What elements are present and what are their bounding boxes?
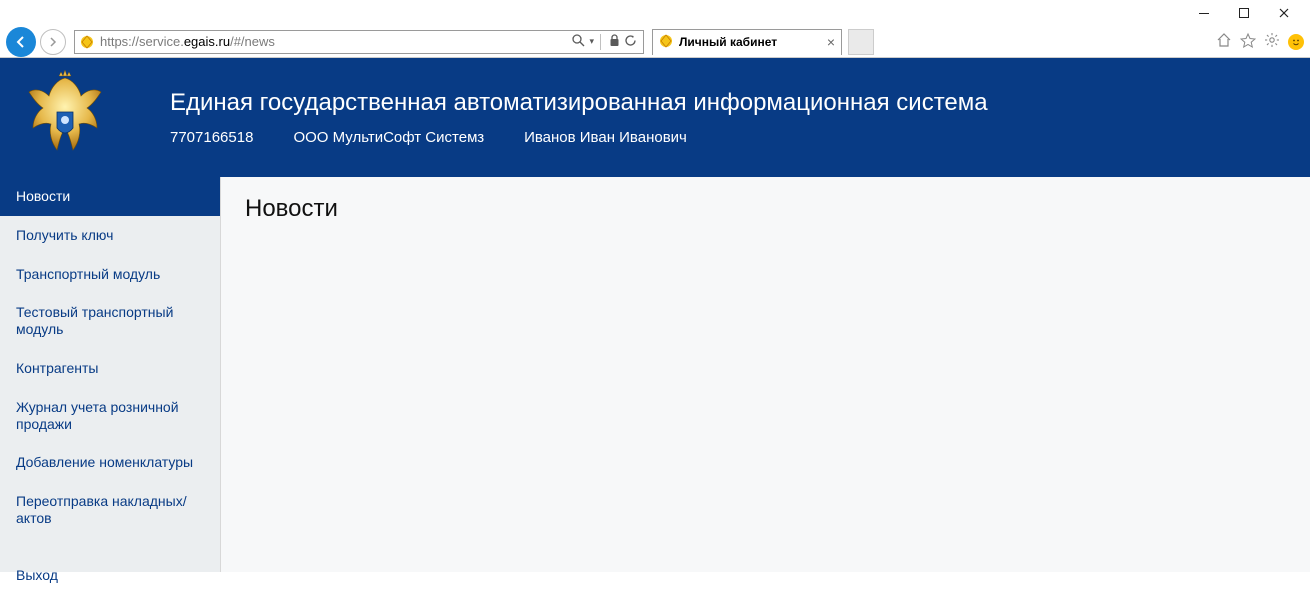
sidebar-item-label: Тестовый транспортный модуль <box>16 304 173 337</box>
address-text: https://service.egais.ru/#/news <box>96 34 572 49</box>
new-tab-button[interactable] <box>848 29 874 55</box>
sidebar-item-label: Добавление номенклатуры <box>16 454 193 470</box>
sidebar-item-label: Новости <box>16 188 70 204</box>
page-title: Единая государственная автоматизированна… <box>170 89 988 117</box>
smiley-icon[interactable] <box>1288 34 1304 50</box>
header-inn: 7707166518 <box>170 129 253 146</box>
home-icon[interactable] <box>1216 32 1232 51</box>
refresh-icon[interactable] <box>624 34 637 50</box>
sidebar: Новости Получить ключ Транспортный модул… <box>0 177 221 572</box>
browser-navbar: https://service.egais.ru/#/news ▾ Личный… <box>0 26 1310 58</box>
settings-icon[interactable] <box>1264 32 1280 51</box>
sidebar-item-label: Транспортный модуль <box>16 266 160 282</box>
content-title: Новости <box>245 195 1286 223</box>
content-area: Новости <box>221 177 1310 572</box>
window-maximize-button[interactable] <box>1224 1 1264 25</box>
forward-button[interactable] <box>40 29 66 55</box>
search-dropdown-icon[interactable]: ▾ <box>589 36 594 47</box>
page-header: Единая государственная автоматизированна… <box>0 58 1310 177</box>
tab-favicon-icon <box>659 34 673 51</box>
sidebar-item-label: Выход <box>16 567 58 583</box>
sidebar-item-label: Контрагенты <box>16 360 98 376</box>
sidebar-item-transport[interactable]: Транспортный модуль <box>0 255 220 294</box>
window-close-button[interactable] <box>1264 1 1304 25</box>
site-favicon-icon <box>78 35 96 49</box>
sidebar-item-label: Журнал учета розничной продажи <box>16 399 179 432</box>
sidebar-item-get-key[interactable]: Получить ключ <box>0 216 220 255</box>
sidebar-item-label: Получить ключ <box>16 227 113 243</box>
sidebar-item-test-transport[interactable]: Тестовый транспортный модуль <box>0 293 220 349</box>
header-org: ООО МультиСофт Системз <box>293 129 484 146</box>
sidebar-item-retail-journal[interactable]: Журнал учета розничной продажи <box>0 388 220 444</box>
emblem-icon <box>10 63 120 173</box>
window-titlebar <box>0 0 1310 26</box>
sidebar-item-counterparties[interactable]: Контрагенты <box>0 349 220 388</box>
lock-icon <box>609 34 620 50</box>
window-minimize-button[interactable] <box>1184 1 1224 25</box>
search-icon[interactable] <box>572 34 585 50</box>
sidebar-item-add-nomenclature[interactable]: Добавление номенклатуры <box>0 443 220 482</box>
address-bar[interactable]: https://service.egais.ru/#/news ▾ <box>74 30 644 54</box>
back-button[interactable] <box>6 27 36 57</box>
sidebar-item-news[interactable]: Новости <box>0 177 220 216</box>
separator <box>600 34 601 50</box>
favorites-icon[interactable] <box>1240 32 1256 51</box>
header-user: Иванов Иван Иванович <box>524 129 687 146</box>
sidebar-item-logout[interactable]: Выход <box>0 556 220 595</box>
sidebar-item-label: Переотправка накладных/актов <box>16 493 187 526</box>
sidebar-item-resend[interactable]: Переотправка накладных/актов <box>0 482 220 538</box>
browser-tab[interactable]: Личный кабинет × <box>652 29 842 55</box>
tab-close-icon[interactable]: × <box>827 34 835 50</box>
tab-title: Личный кабинет <box>679 35 821 49</box>
